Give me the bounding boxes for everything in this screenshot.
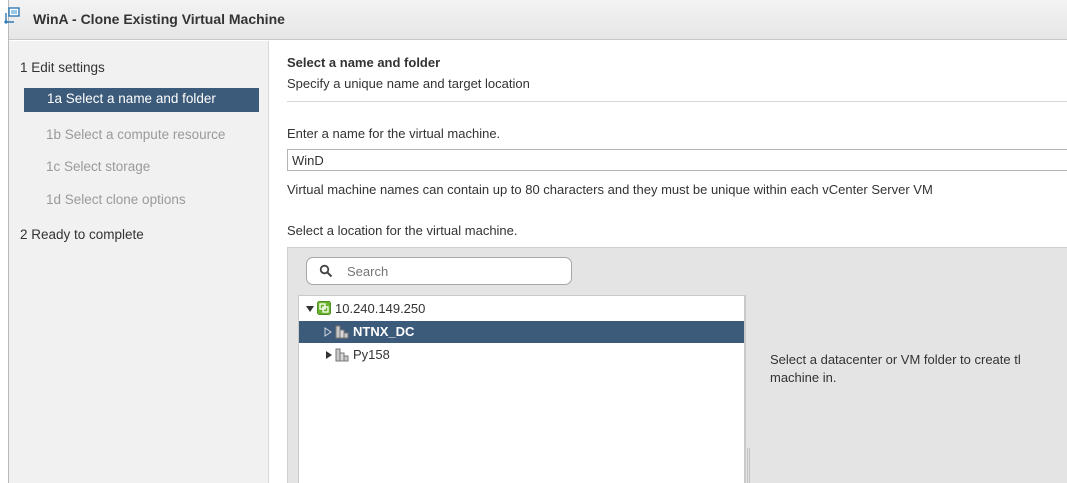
- tree-node-py158[interactable]: Py158: [299, 344, 744, 366]
- vcenter-icon: [317, 301, 331, 315]
- collapsed-arrow-icon[interactable]: [323, 327, 333, 337]
- wizard-content: Select a name and folder Specify a uniqu…: [287, 41, 1067, 483]
- expanded-arrow-icon[interactable]: [305, 304, 315, 314]
- collapsed-arrow-icon[interactable]: [324, 350, 334, 360]
- tree-scrollbar[interactable]: [747, 448, 750, 483]
- tree-node-label: Py158: [353, 347, 390, 362]
- step-select-clone-options: 1d Select clone options: [46, 192, 186, 207]
- location-panel: 10.240.149.250 NTNX_DC: [287, 247, 1067, 483]
- clone-vm-dialog: WinA - Clone Existing Virtual Machine 1 …: [4, 0, 1067, 483]
- wizard-steps-sidebar: 1 Edit settings 1a Select a name and fol…: [9, 41, 269, 483]
- location-hint-text: Select a datacenter or VM folder to crea…: [770, 352, 1021, 385]
- vm-name-help-text: Virtual machine names can contain up to …: [287, 182, 933, 197]
- step-edit-settings[interactable]: 1 Edit settings: [20, 60, 105, 84]
- datacenter-icon: [335, 325, 349, 339]
- location-label: Select a location for the virtual machin…: [287, 223, 518, 238]
- step-ready-to-complete: 2 Ready to complete: [20, 227, 144, 242]
- step-select-name-folder[interactable]: 1a Select a name and folder: [24, 88, 259, 112]
- vm-name-label: Enter a name for the virtual machine.: [287, 126, 501, 141]
- search-icon: [319, 264, 333, 278]
- page-title: Select a name and folder: [287, 55, 441, 70]
- pane-divider[interactable]: [745, 295, 746, 483]
- step-select-compute-resource: 1b Select a compute resource: [46, 127, 226, 142]
- tree-node-label: NTNX_DC: [353, 324, 415, 339]
- dialog-title: WinA - Clone Existing Virtual Machine: [33, 11, 285, 27]
- datacenter-icon: [335, 348, 349, 362]
- tree-node-vcenter[interactable]: 10.240.149.250: [299, 298, 744, 320]
- clone-vm-icon: [4, 7, 20, 24]
- tree-node-ntnx-dc[interactable]: NTNX_DC: [299, 321, 744, 343]
- page-subtitle: Specify a unique name and target locatio…: [287, 76, 530, 91]
- header-divider: [287, 101, 1067, 102]
- vm-name-input[interactable]: [287, 149, 1067, 171]
- step-select-storage: 1c Select storage: [46, 159, 151, 174]
- search-input[interactable]: [347, 261, 562, 281]
- search-box[interactable]: [306, 257, 572, 285]
- inventory-tree: 10.240.149.250 NTNX_DC Py158: [298, 295, 745, 483]
- tree-node-label: 10.240.149.250: [335, 301, 426, 316]
- title-bar: WinA - Clone Existing Virtual Machine: [4, 0, 1067, 40]
